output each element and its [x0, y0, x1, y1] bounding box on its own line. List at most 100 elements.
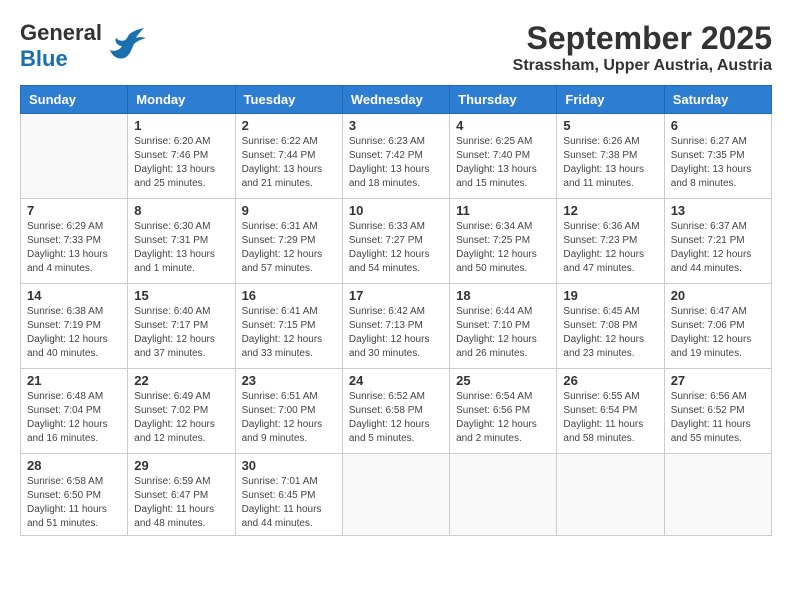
calendar-cell [21, 114, 128, 199]
calendar-cell: 12 Sunrise: 6:36 AMSunset: 7:23 PMDayligh… [557, 199, 664, 284]
day-number: 2 [242, 118, 336, 133]
header-day-tuesday: Tuesday [235, 86, 342, 114]
calendar-cell: 21 Sunrise: 6:48 AMSunset: 7:04 PMDayligh… [21, 369, 128, 454]
day-number: 25 [456, 373, 550, 388]
day-number: 19 [563, 288, 657, 303]
day-info: Sunrise: 6:58 AMSunset: 6:50 PMDaylight:… [27, 475, 121, 531]
day-number: 5 [563, 118, 657, 133]
week-row-4: 21 Sunrise: 6:48 AMSunset: 7:04 PMDayligh… [21, 369, 772, 454]
logo: General Blue [20, 20, 146, 73]
day-info: Sunrise: 6:55 AMSunset: 6:54 PMDaylight:… [563, 390, 657, 446]
day-info: Sunrise: 6:48 AMSunset: 7:04 PMDaylight:… [27, 390, 121, 446]
location: Strassham, Upper Austria, Austria [513, 57, 772, 75]
calendar-cell: 1 Sunrise: 6:20 AMSunset: 7:46 PMDaylight… [128, 114, 235, 199]
header-day-friday: Friday [557, 86, 664, 114]
day-number: 24 [349, 373, 443, 388]
calendar-cell [557, 454, 664, 536]
week-row-3: 14 Sunrise: 6:38 AMSunset: 7:19 PMDayligh… [21, 284, 772, 369]
day-number: 9 [242, 203, 336, 218]
calendar-cell: 16 Sunrise: 6:41 AMSunset: 7:15 PMDayligh… [235, 284, 342, 369]
day-info: Sunrise: 6:38 AMSunset: 7:19 PMDaylight:… [27, 305, 121, 361]
day-info: Sunrise: 6:42 AMSunset: 7:13 PMDaylight:… [349, 305, 443, 361]
calendar-cell: 26 Sunrise: 6:55 AMSunset: 6:54 PMDayligh… [557, 369, 664, 454]
day-number: 30 [242, 458, 336, 473]
calendar-cell: 11Sunrise: 6:34 AMSunset: 7:25 PMDayligh… [450, 199, 557, 284]
day-number: 15 [134, 288, 228, 303]
day-info: Sunrise: 6:41 AMSunset: 7:15 PMDaylight:… [242, 305, 336, 361]
page-header: General Blue September 2025 Strassham, U… [20, 20, 772, 75]
calendar-cell: 23Sunrise: 6:51 AMSunset: 7:00 PMDayligh… [235, 369, 342, 454]
day-info: Sunrise: 6:40 AMSunset: 7:17 PMDaylight:… [134, 305, 228, 361]
day-number: 1 [134, 118, 228, 133]
day-info: Sunrise: 6:56 AMSunset: 6:52 PMDaylight:… [671, 390, 765, 446]
calendar-cell: 25 Sunrise: 6:54 AMSunset: 6:56 PMDayligh… [450, 369, 557, 454]
day-number: 10 [349, 203, 443, 218]
day-info: Sunrise: 6:34 AMSunset: 7:25 PMDaylight:… [456, 220, 550, 276]
day-info: Sunrise: 6:54 AMSunset: 6:56 PMDaylight:… [456, 390, 550, 446]
header-day-monday: Monday [128, 86, 235, 114]
header-day-saturday: Saturday [664, 86, 771, 114]
month-title: September 2025 [513, 20, 772, 57]
week-row-2: 7Sunrise: 6:29 AMSunset: 7:33 PMDaylight… [21, 199, 772, 284]
day-number: 18 [456, 288, 550, 303]
day-number: 20 [671, 288, 765, 303]
logo-text: General Blue [20, 20, 102, 73]
header-day-wednesday: Wednesday [342, 86, 449, 114]
day-info: Sunrise: 6:20 AMSunset: 7:46 PMDaylight:… [134, 135, 228, 191]
day-number: 13 [671, 203, 765, 218]
calendar-cell: 28Sunrise: 6:58 AMSunset: 6:50 PMDayligh… [21, 454, 128, 536]
calendar-cell: 10 Sunrise: 6:33 AMSunset: 7:27 PMDayligh… [342, 199, 449, 284]
day-number: 3 [349, 118, 443, 133]
calendar-cell: 19 Sunrise: 6:45 AMSunset: 7:08 PMDayligh… [557, 284, 664, 369]
logo-blue: Blue [20, 46, 68, 71]
logo-general: General [20, 20, 102, 45]
calendar-cell: 4Sunrise: 6:25 AMSunset: 7:40 PMDaylight… [450, 114, 557, 199]
day-number: 29 [134, 458, 228, 473]
calendar-cell: 2 Sunrise: 6:22 AMSunset: 7:44 PMDaylight… [235, 114, 342, 199]
calendar-cell: 17Sunrise: 6:42 AMSunset: 7:13 PMDayligh… [342, 284, 449, 369]
day-number: 22 [134, 373, 228, 388]
day-number: 16 [242, 288, 336, 303]
calendar-table: SundayMondayTuesdayWednesdayThursdayFrid… [20, 85, 772, 536]
calendar-cell [664, 454, 771, 536]
day-info: Sunrise: 6:27 AMSunset: 7:35 PMDaylight:… [671, 135, 765, 191]
calendar-cell: 9 Sunrise: 6:31 AMSunset: 7:29 PMDaylight… [235, 199, 342, 284]
day-number: 23 [242, 373, 336, 388]
week-row-1: 1 Sunrise: 6:20 AMSunset: 7:46 PMDaylight… [21, 114, 772, 199]
calendar-header-row: SundayMondayTuesdayWednesdayThursdayFrid… [21, 86, 772, 114]
day-info: Sunrise: 6:52 AMSunset: 6:58 PMDaylight:… [349, 390, 443, 446]
day-number: 26 [563, 373, 657, 388]
calendar-cell: 30 Sunrise: 7:01 AMSunset: 6:45 PMDayligh… [235, 454, 342, 536]
calendar-cell: 6 Sunrise: 6:27 AMSunset: 7:35 PMDaylight… [664, 114, 771, 199]
day-info: Sunrise: 6:45 AMSunset: 7:08 PMDaylight:… [563, 305, 657, 361]
day-info: Sunrise: 6:30 AMSunset: 7:31 PMDaylight:… [134, 220, 228, 276]
header-day-sunday: Sunday [21, 86, 128, 114]
calendar-cell: 29Sunrise: 6:59 AMSunset: 6:47 PMDayligh… [128, 454, 235, 536]
calendar-cell: 20 Sunrise: 6:47 AMSunset: 7:06 PMDayligh… [664, 284, 771, 369]
day-info: Sunrise: 6:29 AMSunset: 7:33 PMDaylight:… [27, 220, 121, 276]
day-info: Sunrise: 7:01 AMSunset: 6:45 PMDaylight:… [242, 475, 336, 531]
day-info: Sunrise: 6:49 AMSunset: 7:02 PMDaylight:… [134, 390, 228, 446]
day-number: 12 [563, 203, 657, 218]
calendar-cell: 27 Sunrise: 6:56 AMSunset: 6:52 PMDayligh… [664, 369, 771, 454]
day-info: Sunrise: 6:47 AMSunset: 7:06 PMDaylight:… [671, 305, 765, 361]
day-info: Sunrise: 6:22 AMSunset: 7:44 PMDaylight:… [242, 135, 336, 191]
calendar-cell [342, 454, 449, 536]
day-info: Sunrise: 6:31 AMSunset: 7:29 PMDaylight:… [242, 220, 336, 276]
calendar-cell: 24 Sunrise: 6:52 AMSunset: 6:58 PMDayligh… [342, 369, 449, 454]
day-info: Sunrise: 6:33 AMSunset: 7:27 PMDaylight:… [349, 220, 443, 276]
day-info: Sunrise: 6:36 AMSunset: 7:23 PMDaylight:… [563, 220, 657, 276]
day-number: 27 [671, 373, 765, 388]
week-row-5: 28Sunrise: 6:58 AMSunset: 6:50 PMDayligh… [21, 454, 772, 536]
day-number: 6 [671, 118, 765, 133]
calendar-cell: 13Sunrise: 6:37 AMSunset: 7:21 PMDayligh… [664, 199, 771, 284]
day-info: Sunrise: 6:26 AMSunset: 7:38 PMDaylight:… [563, 135, 657, 191]
calendar-cell: 18Sunrise: 6:44 AMSunset: 7:10 PMDayligh… [450, 284, 557, 369]
day-number: 21 [27, 373, 121, 388]
calendar-cell: 14 Sunrise: 6:38 AMSunset: 7:19 PMDayligh… [21, 284, 128, 369]
day-number: 8 [134, 203, 228, 218]
day-number: 14 [27, 288, 121, 303]
calendar-cell: 15 Sunrise: 6:40 AMSunset: 7:17 PMDayligh… [128, 284, 235, 369]
calendar-cell: 7Sunrise: 6:29 AMSunset: 7:33 PMDaylight… [21, 199, 128, 284]
title-section: September 2025 Strassham, Upper Austria,… [513, 20, 772, 75]
